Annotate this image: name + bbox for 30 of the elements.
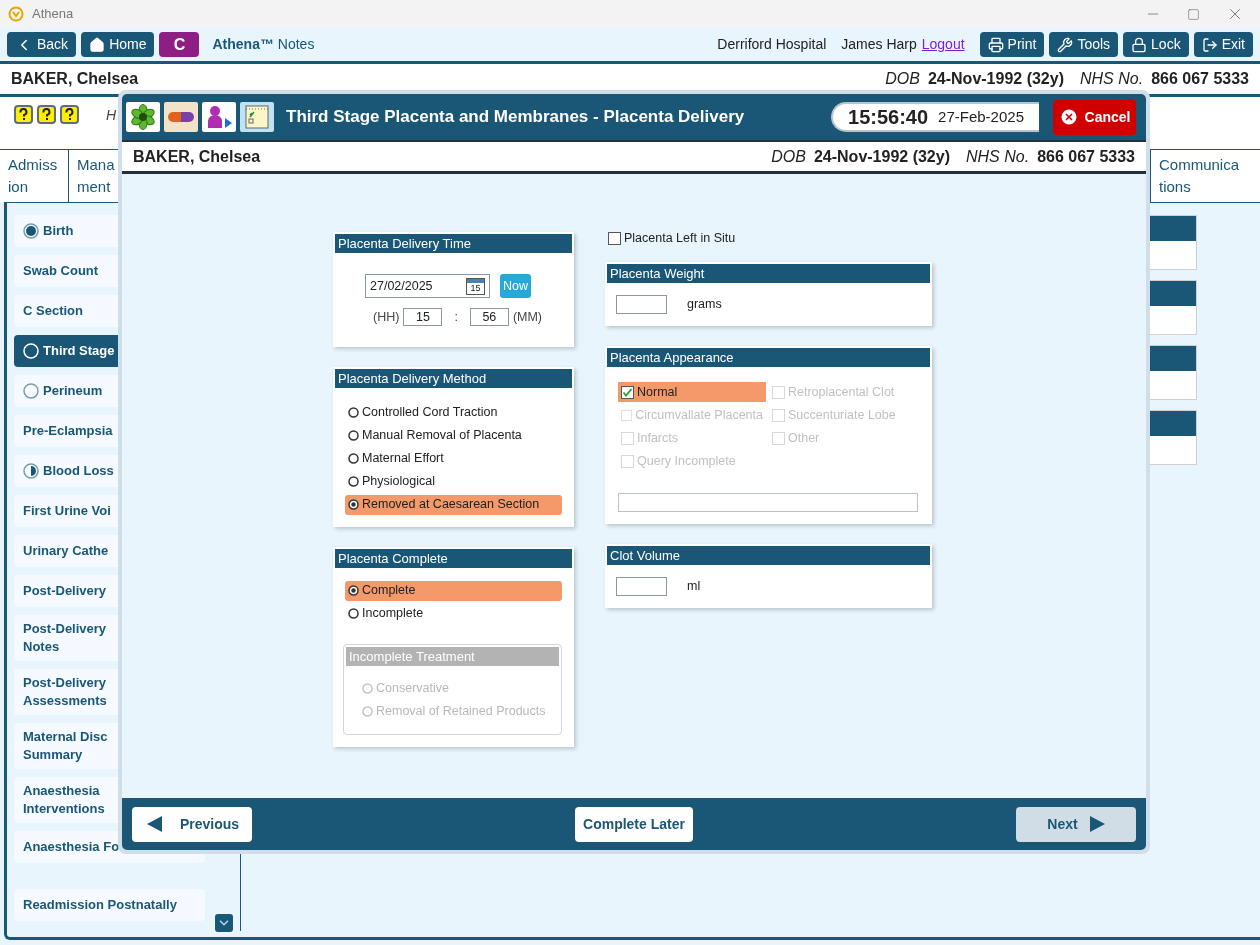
hint-text: H — [106, 106, 117, 125]
hospital-name: Derriford Hospital — [717, 35, 827, 54]
nhs-label: NHS No. — [966, 146, 1030, 167]
dob-label: DOB — [771, 146, 806, 167]
nhs-value: 866 067 5333 — [1151, 69, 1249, 89]
volume-unit: ml — [687, 578, 701, 596]
dob-value: 24-Nov-1992 (32y) — [927, 69, 1064, 89]
clock-date: 27-Feb-2025 — [938, 106, 1024, 127]
time-separator: : — [454, 309, 458, 326]
user-name: James Harp — [841, 35, 917, 54]
window-title: Athena — [32, 5, 74, 24]
patient-name: BAKER, Chelsea — [11, 69, 139, 89]
dob-value: 24-Nov-1992 (32y) — [813, 146, 950, 167]
panel-title: Placenta Complete — [335, 548, 572, 568]
app-name: Athena™ Notes — [212, 35, 315, 54]
nhs-label: NHS No. — [1080, 69, 1144, 89]
panel-title: Placenta Delivery Method — [335, 368, 572, 388]
panel-title: Placenta Delivery Time — [335, 234, 572, 253]
panel-title: Incomplete Treatment — [346, 646, 559, 666]
panel-title: Placenta Appearance — [607, 348, 930, 367]
dialog-title: Third Stage Placenta and Membranes - Placenta Delivery — [286, 106, 745, 129]
nhs-value: 866 067 5333 — [1037, 146, 1135, 167]
weight-unit: grams — [687, 296, 722, 314]
dob-label: DOB — [885, 69, 920, 89]
minute-label: (MM) — [512, 309, 543, 326]
panel-title: Clot Volume — [607, 546, 930, 565]
clock-time: 15:56:40 — [848, 105, 929, 130]
patient-name: BAKER, Chelsea — [133, 146, 261, 167]
hour-label: (HH) — [373, 309, 400, 326]
panel-title: Placenta Weight — [607, 264, 930, 283]
